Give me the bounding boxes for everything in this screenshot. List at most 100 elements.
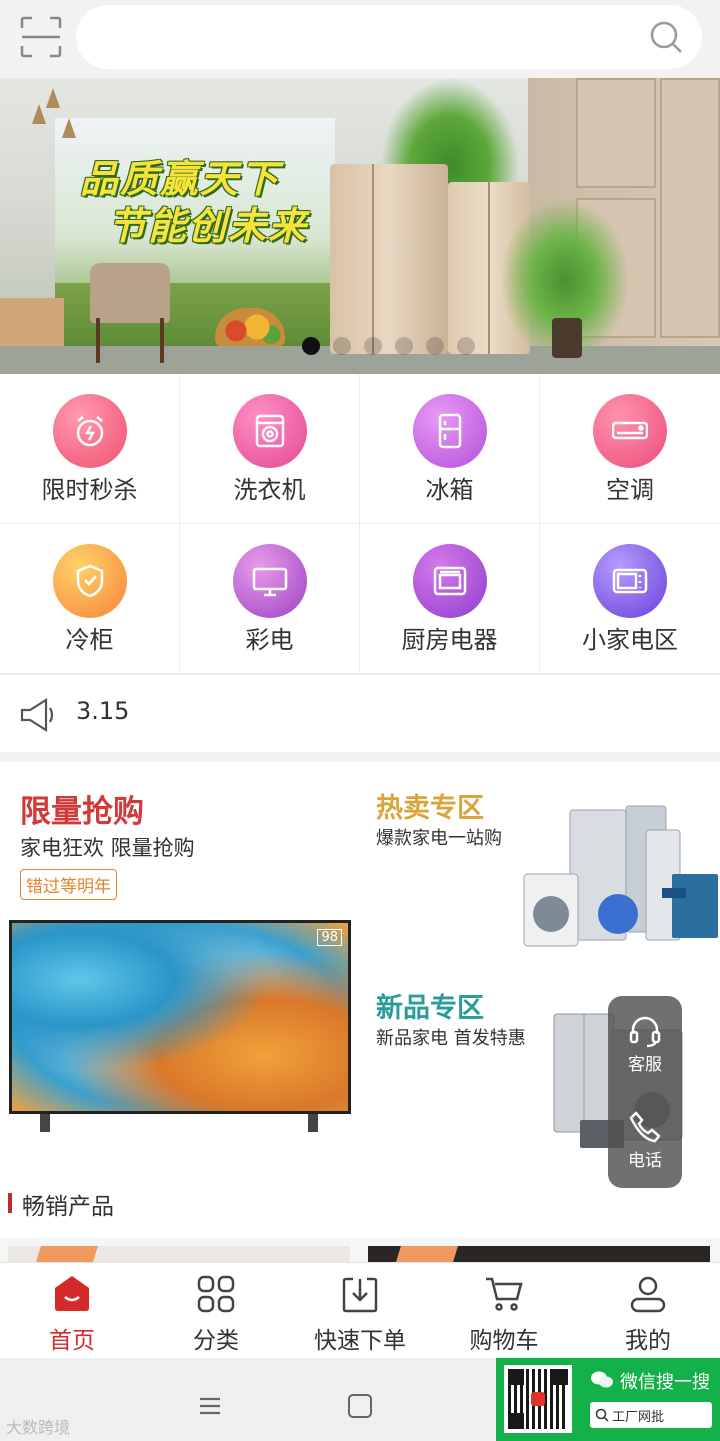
wechat-search-text: 工厂网批: [612, 1410, 665, 1425]
tab-home[interactable]: 首页: [0, 1263, 144, 1358]
category-label: 空调: [606, 476, 654, 504]
category-small-appliances[interactable]: 小家电区: [540, 524, 720, 674]
new-arrivals-title[interactable]: 新品专区: [376, 986, 484, 1025]
category-label: 厨房电器: [401, 626, 498, 654]
fridge-door-line: [488, 182, 490, 354]
tab-cart[interactable]: 购物车: [432, 1263, 576, 1358]
customer-service-label: 客服: [628, 1055, 662, 1075]
grid-icon: [197, 1275, 235, 1313]
banner-box: [0, 298, 64, 346]
phone-button[interactable]: 电话: [608, 1110, 682, 1171]
tab-quick-order-label: 快速下单: [314, 1328, 406, 1354]
category-freezer[interactable]: 冷柜: [0, 524, 180, 674]
banner-chair: [90, 263, 170, 323]
chair-leg: [96, 318, 100, 363]
tv-size-badge: 98: [317, 929, 342, 946]
system-nav-bar: 大数跨境 微信搜一搜 工厂网批: [0, 1358, 720, 1441]
cart-icon: [486, 1277, 523, 1311]
phone-icon: [629, 1111, 661, 1143]
banner-pot: [552, 318, 582, 358]
freezer-icon: [52, 544, 127, 618]
microwave-icon: [593, 544, 667, 618]
wechat-search-title: 微信搜一搜: [620, 1372, 710, 1393]
product-list: [0, 1238, 720, 1264]
banner-pagination: [302, 337, 475, 355]
washing-machine-icon: [232, 394, 307, 468]
category-flash-sale[interactable]: 限时秒杀: [0, 374, 180, 524]
tv-stand: [308, 1114, 318, 1132]
headset-icon: [629, 1016, 661, 1048]
appliances-image[interactable]: [522, 802, 718, 950]
category-washing-machine[interactable]: 洗衣机: [180, 374, 360, 524]
search-icon[interactable]: [648, 19, 684, 55]
limited-sale-title[interactable]: 限量抢购: [20, 786, 144, 831]
floating-contact-panel: 客服 电话: [608, 996, 682, 1188]
lamp-icon: [32, 104, 46, 124]
tab-category[interactable]: 分类: [144, 1263, 288, 1358]
alarm-clock-icon: [52, 394, 127, 468]
home-icon: [55, 1276, 89, 1311]
banner-dot[interactable]: [333, 337, 351, 355]
download-box-icon: [342, 1277, 378, 1313]
fridge-door-line: [372, 164, 374, 354]
tab-profile[interactable]: 我的: [576, 1263, 720, 1358]
chair-leg: [160, 318, 164, 363]
qr-logo: [531, 1392, 545, 1406]
search-icon: [595, 1408, 609, 1422]
home-button-icon[interactable]: [348, 1394, 372, 1418]
hot-sale-title[interactable]: 热卖专区: [376, 786, 484, 825]
tv-stand: [40, 1114, 50, 1132]
category-grid: 限时秒杀 洗衣机 冰箱 空调 冷柜 彩电 厨房电器 小家电区: [0, 374, 720, 674]
scan-icon[interactable]: [20, 16, 62, 58]
qr-code: [504, 1365, 572, 1433]
tab-profile-label: 我的: [625, 1328, 671, 1354]
banner-dot[interactable]: [457, 337, 475, 355]
wechat-search-ad[interactable]: 微信搜一搜 工厂网批: [496, 1358, 720, 1441]
search-input[interactable]: [76, 5, 702, 69]
banner-cabinet: [660, 78, 720, 338]
banner-fridge-large: [330, 164, 448, 354]
category-label: 冰箱: [425, 476, 474, 504]
top-bar: [0, 0, 720, 78]
banner-dot[interactable]: [395, 337, 413, 355]
tv-icon: [232, 544, 307, 618]
hot-sale-subtitle: 爆款家电一站购: [376, 828, 502, 849]
wechat-icon: [591, 1371, 613, 1388]
announcement-bar[interactable]: 3.15: [0, 674, 720, 752]
section-marker: [8, 1193, 12, 1213]
category-fridge[interactable]: 冰箱: [360, 374, 540, 524]
speaker-icon: [20, 698, 54, 732]
banner-dot[interactable]: [364, 337, 382, 355]
fridge-icon: [412, 394, 487, 468]
oven-icon: [412, 544, 487, 618]
tv-product-image[interactable]: 98: [9, 920, 351, 1114]
promo-banner[interactable]: 品质赢天下 节能创未来: [0, 78, 720, 374]
tv-screen: 98: [12, 923, 348, 1111]
new-arrivals-subtitle: 新品家电 首发特惠: [376, 1028, 526, 1049]
tab-cart-label: 购物车: [469, 1328, 539, 1354]
lamp-icon: [46, 88, 60, 108]
category-label: 彩电: [245, 626, 294, 654]
banner-cabinet: [576, 78, 656, 188]
category-tv[interactable]: 彩电: [180, 524, 360, 674]
banner-dot[interactable]: [426, 337, 444, 355]
tab-quick-order[interactable]: 快速下单: [288, 1263, 432, 1358]
phone-label: 电话: [628, 1151, 662, 1171]
category-label: 冷柜: [65, 626, 114, 654]
banner-slogan-line2: 节能创未来: [108, 204, 309, 248]
category-air-conditioner[interactable]: 空调: [540, 374, 720, 524]
wechat-search-box[interactable]: 工厂网批: [590, 1402, 712, 1428]
recent-apps-icon[interactable]: [198, 1396, 222, 1416]
customer-service-button[interactable]: 客服: [608, 1014, 682, 1075]
category-label: 洗衣机: [233, 476, 306, 504]
limited-sale-subtitle: 家电狂欢 限量抢购: [20, 836, 195, 860]
bottom-tab-bar: 首页 分类 快速下单 购物车 我的: [0, 1262, 720, 1358]
banner-dot-active[interactable]: [302, 337, 320, 355]
category-kitchen-appliances[interactable]: 厨房电器: [360, 524, 540, 674]
tab-category-label: 分类: [193, 1328, 239, 1354]
watermark: 大数跨境: [6, 1418, 71, 1437]
user-icon: [630, 1276, 666, 1313]
category-label: 限时秒杀: [41, 476, 138, 504]
announcement-text: 3.15: [76, 697, 130, 725]
tab-home-label: 首页: [49, 1328, 95, 1354]
